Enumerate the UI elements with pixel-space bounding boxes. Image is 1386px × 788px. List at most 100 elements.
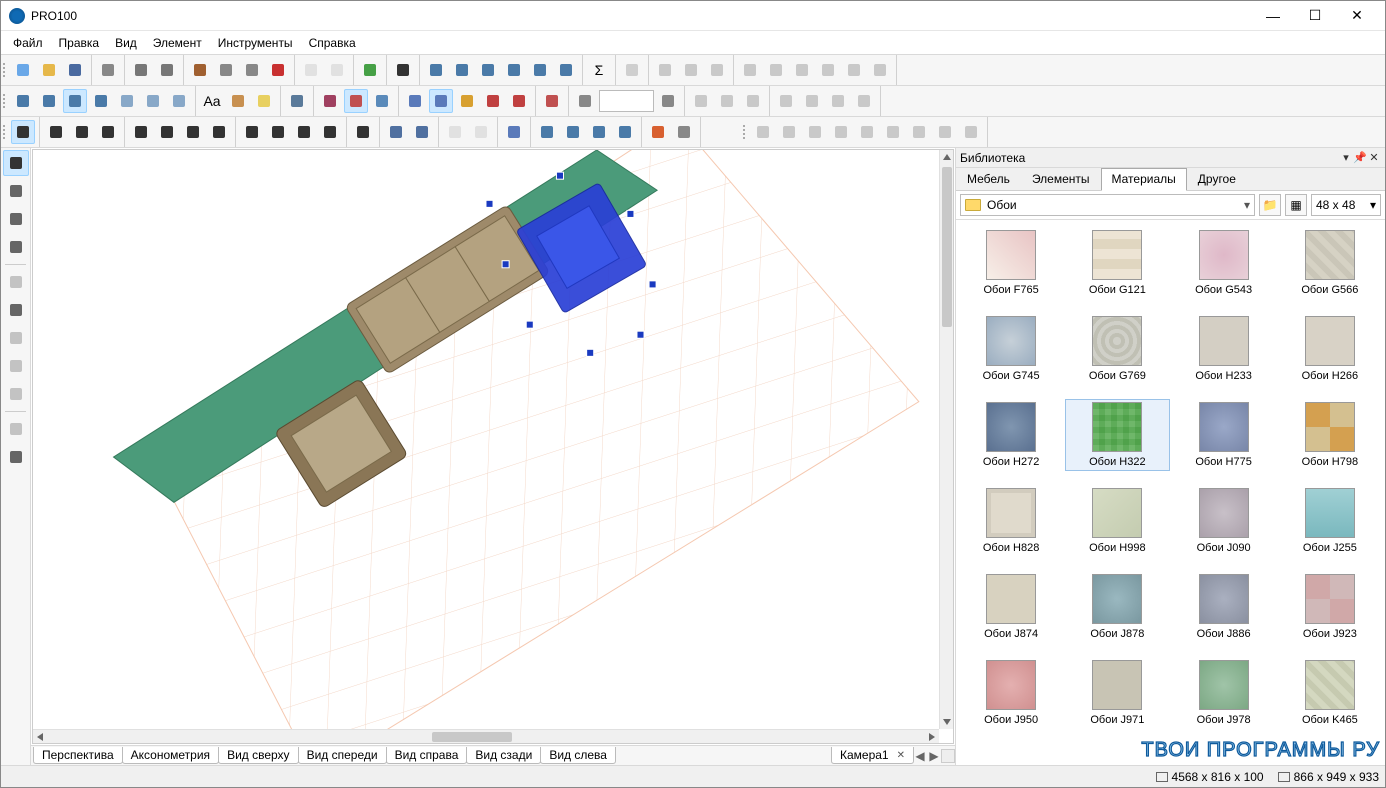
view-left-icon[interactable] (167, 89, 191, 113)
open-icon[interactable] (37, 58, 61, 82)
menu-файл[interactable]: Файл (5, 33, 51, 53)
material-item[interactable]: Обои H798 (1279, 400, 1381, 470)
snap-perp-icon[interactable] (535, 120, 559, 144)
zoom-tool-icon[interactable] (3, 444, 29, 470)
view-top-icon[interactable] (63, 89, 87, 113)
cut-icon[interactable] (188, 58, 212, 82)
maximize-button[interactable]: ☐ (1295, 4, 1335, 28)
material-item[interactable]: Обои H322 (1066, 400, 1168, 470)
align-panel-icon[interactable] (424, 58, 448, 82)
combine-icon[interactable] (672, 120, 696, 144)
hide-icon[interactable] (384, 120, 408, 144)
dimension-icon[interactable] (318, 89, 342, 113)
scrollbar-vertical[interactable] (939, 150, 953, 729)
magnet-icon[interactable] (481, 89, 505, 113)
arrange-icon[interactable] (476, 58, 500, 82)
view-right-icon[interactable] (115, 89, 139, 113)
export-icon[interactable] (96, 58, 120, 82)
light-icon[interactable] (252, 89, 276, 113)
close-button[interactable]: ✕ (1337, 4, 1377, 28)
save-icon[interactable] (63, 58, 87, 82)
grid-icon[interactable] (344, 89, 368, 113)
visibility-icon[interactable] (370, 89, 394, 113)
move-icon[interactable] (266, 120, 290, 144)
material-item[interactable]: Обои H233 (1173, 314, 1275, 384)
library-tab-элементы[interactable]: Элементы (1021, 168, 1101, 190)
eyedropper-tool-icon[interactable] (3, 234, 29, 260)
ruler-icon[interactable] (351, 120, 375, 144)
properties-icon[interactable] (358, 58, 382, 82)
viewtab-6[interactable]: Вид слева (540, 747, 616, 764)
material-item[interactable]: Обои G543 (1173, 228, 1275, 298)
material-item[interactable]: Обои G745 (960, 314, 1062, 384)
zoom-out-icon[interactable] (573, 89, 597, 113)
viewtab-3[interactable]: Вид спереди (298, 747, 387, 764)
library-path-combo[interactable]: Обои ▾ (960, 194, 1255, 216)
copy-icon[interactable] (214, 58, 238, 82)
viewtab-1[interactable]: Аксонометрия (122, 747, 219, 764)
paste-icon[interactable] (240, 58, 264, 82)
library-tab-материалы[interactable]: Материалы (1101, 168, 1187, 191)
view-back-icon[interactable] (141, 89, 165, 113)
link-icon[interactable] (285, 89, 309, 113)
unanchor-icon[interactable] (207, 120, 231, 144)
zoom-combo[interactable] (599, 90, 654, 112)
menu-справка[interactable]: Справка (301, 33, 364, 53)
view-axo-icon[interactable] (37, 89, 61, 113)
sum-icon[interactable]: Σ (587, 58, 611, 82)
library-close-icon[interactable]: ✕ (1367, 151, 1381, 165)
pointer-tool-icon[interactable] (3, 150, 29, 176)
view-persp-icon[interactable] (11, 89, 35, 113)
unhide-icon[interactable] (410, 120, 434, 144)
group-icon[interactable] (129, 120, 153, 144)
material-item[interactable]: Обои K465 (1279, 658, 1381, 728)
scrollbar-horizontal[interactable] (33, 729, 939, 743)
menu-правка[interactable]: Правка (51, 33, 108, 53)
minimize-button[interactable]: — (1253, 4, 1293, 28)
snap-int-icon[interactable] (613, 120, 637, 144)
tab-scroll-right[interactable]: ▶ (927, 749, 941, 763)
material-item[interactable]: Обои J090 (1173, 486, 1275, 556)
delete-icon[interactable] (266, 58, 290, 82)
camera-icon[interactable] (540, 89, 564, 113)
close-tab-icon[interactable]: ✕ (897, 750, 905, 761)
zoom-in-icon[interactable] (656, 89, 680, 113)
scale-icon[interactable] (318, 120, 342, 144)
library-thumbsize-combo[interactable]: 48 x 48 ▾ (1311, 194, 1381, 216)
view-front-icon[interactable] (89, 89, 113, 113)
material-item[interactable]: Обои H775 (1173, 400, 1275, 470)
tab-scroll-left[interactable]: ◀ (913, 749, 927, 763)
print-icon[interactable] (129, 58, 153, 82)
material-item[interactable]: Обои H272 (960, 400, 1062, 470)
new-icon[interactable] (11, 58, 35, 82)
material-item[interactable]: Обои J886 (1173, 572, 1275, 642)
pier-tool-icon[interactable] (3, 297, 29, 323)
material-item[interactable]: Обои J255 (1279, 486, 1381, 556)
group-panel-icon[interactable] (528, 58, 552, 82)
library-tab-мебель[interactable]: Мебель (956, 168, 1021, 190)
crosshair-icon[interactable] (502, 120, 526, 144)
snap-near-icon[interactable] (587, 120, 611, 144)
anchor-icon[interactable] (181, 120, 205, 144)
menu-элемент[interactable]: Элемент (145, 33, 210, 53)
library-viewmode-button[interactable]: ▦ (1285, 194, 1307, 216)
snap-center-icon[interactable] (455, 89, 479, 113)
rotate-icon[interactable] (240, 120, 264, 144)
layers-icon[interactable] (554, 58, 578, 82)
material-item[interactable]: Обои F765 (960, 228, 1062, 298)
viewtab-5[interactable]: Вид сзади (466, 747, 541, 764)
material-item[interactable]: Обои J978 (1173, 658, 1275, 728)
material-item[interactable]: Обои H266 (1279, 314, 1381, 384)
canvas[interactable] (32, 149, 954, 744)
distribute-icon[interactable] (450, 58, 474, 82)
check-icon[interactable] (391, 58, 415, 82)
flatten-icon[interactable] (502, 58, 526, 82)
mirror2-icon[interactable] (292, 120, 316, 144)
snap-tan-icon[interactable] (561, 120, 585, 144)
viewtab-camera[interactable]: Камера1✕ (831, 747, 914, 764)
section-tool-icon[interactable] (3, 206, 29, 232)
dimension-tool-icon[interactable] (3, 178, 29, 204)
library-pin-icon[interactable]: 📌 (1353, 151, 1367, 165)
material-item[interactable]: Обои H998 (1066, 486, 1168, 556)
material-item[interactable]: Обои J874 (960, 572, 1062, 642)
